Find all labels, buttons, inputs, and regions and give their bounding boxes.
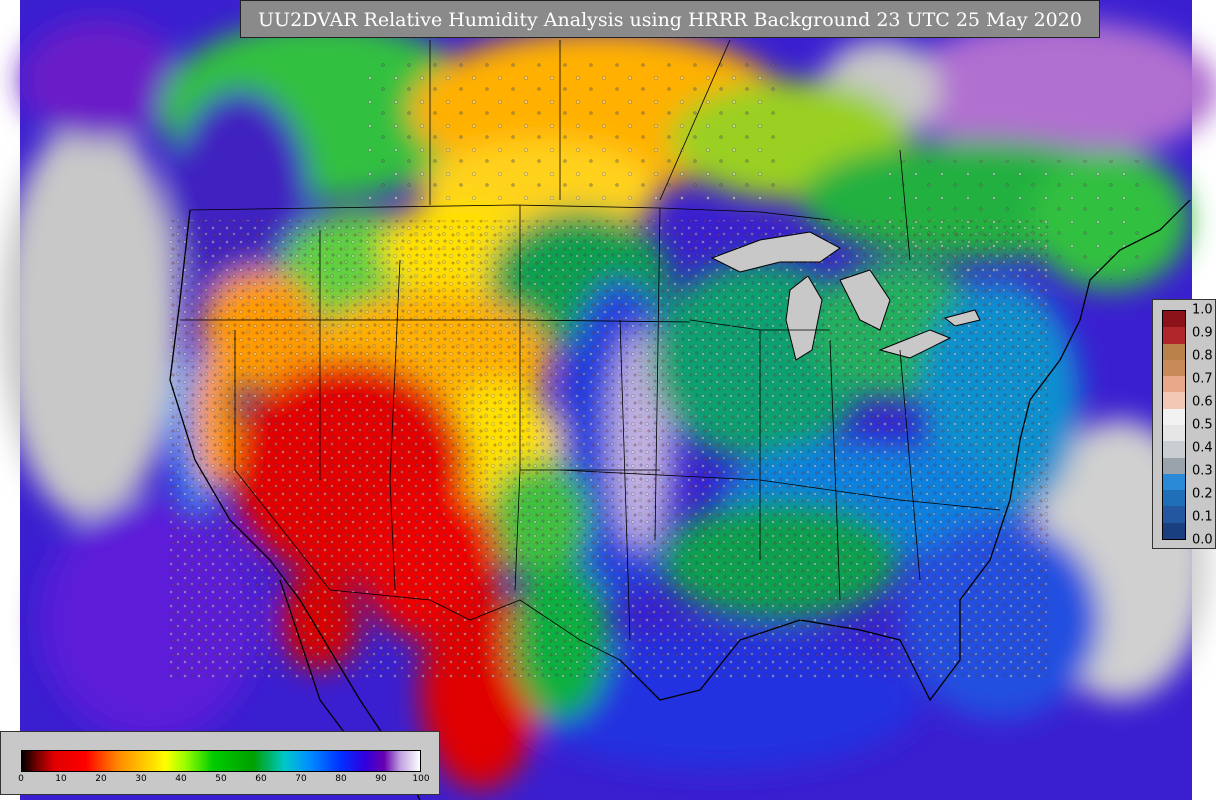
rh-tick-label: 100 bbox=[412, 774, 430, 784]
obs-tick-label: 0.2 bbox=[1192, 486, 1213, 502]
obs-color-swatch bbox=[1163, 473, 1185, 491]
rh-colorbar: 0 10 20 30 40 50 60 70 80 90 100 bbox=[0, 731, 440, 795]
obs-tick-label: 0.0 bbox=[1192, 532, 1213, 548]
map-title: UU2DVAR Relative Humidity Analysis using… bbox=[240, 0, 1100, 38]
rh-tick-label: 60 bbox=[255, 774, 267, 784]
obs-color-swatch bbox=[1163, 311, 1185, 328]
rh-tick-label: 80 bbox=[335, 774, 347, 784]
obs-color-swatch bbox=[1163, 490, 1185, 507]
rh-tick-label: 20 bbox=[95, 774, 107, 784]
rh-tick-label: 40 bbox=[175, 774, 187, 784]
obs-color-swatch bbox=[1163, 457, 1185, 474]
obs-tick-label: 1.0 bbox=[1192, 302, 1213, 318]
rh-tick-label: 30 bbox=[135, 774, 147, 784]
obs-color-swatch bbox=[1163, 392, 1185, 409]
obs-tick-label: 0.4 bbox=[1192, 440, 1213, 456]
relative-humidity-map bbox=[0, 0, 1216, 800]
rh-tick-label: 90 bbox=[375, 774, 387, 784]
obs-color-swatch bbox=[1163, 506, 1185, 523]
obs-color-swatch bbox=[1163, 376, 1185, 393]
rh-tick-label: 70 bbox=[295, 774, 307, 784]
obs-tick-label: 0.6 bbox=[1192, 394, 1213, 410]
rh-tick-label: 50 bbox=[215, 774, 227, 784]
obs-tick-label: 0.9 bbox=[1192, 325, 1213, 341]
obs-tick-label: 0.7 bbox=[1192, 371, 1213, 387]
obs-tick-label: 0.5 bbox=[1192, 417, 1213, 433]
obs-color-swatch bbox=[1163, 424, 1185, 442]
rh-colorbar-gradient bbox=[21, 750, 421, 772]
rh-tick-label: 10 bbox=[55, 774, 67, 784]
obs-color-swatch bbox=[1163, 441, 1185, 458]
obs-tick-label: 0.1 bbox=[1192, 509, 1213, 525]
observation-colorbar-swatches bbox=[1162, 310, 1186, 540]
obs-color-swatch bbox=[1163, 522, 1185, 539]
obs-color-swatch bbox=[1163, 359, 1185, 377]
obs-color-swatch bbox=[1163, 343, 1185, 360]
rh-tick-label: 0 bbox=[18, 774, 24, 784]
obs-tick-label: 0.3 bbox=[1192, 463, 1213, 479]
observation-colorbar: 1.0 0.9 0.8 0.7 0.6 0.5 0.4 0.3 0.2 0.1 0.0 bbox=[1152, 299, 1216, 549]
obs-color-swatch bbox=[1163, 408, 1185, 425]
obs-color-swatch bbox=[1163, 327, 1185, 344]
obs-tick-label: 0.8 bbox=[1192, 348, 1213, 364]
